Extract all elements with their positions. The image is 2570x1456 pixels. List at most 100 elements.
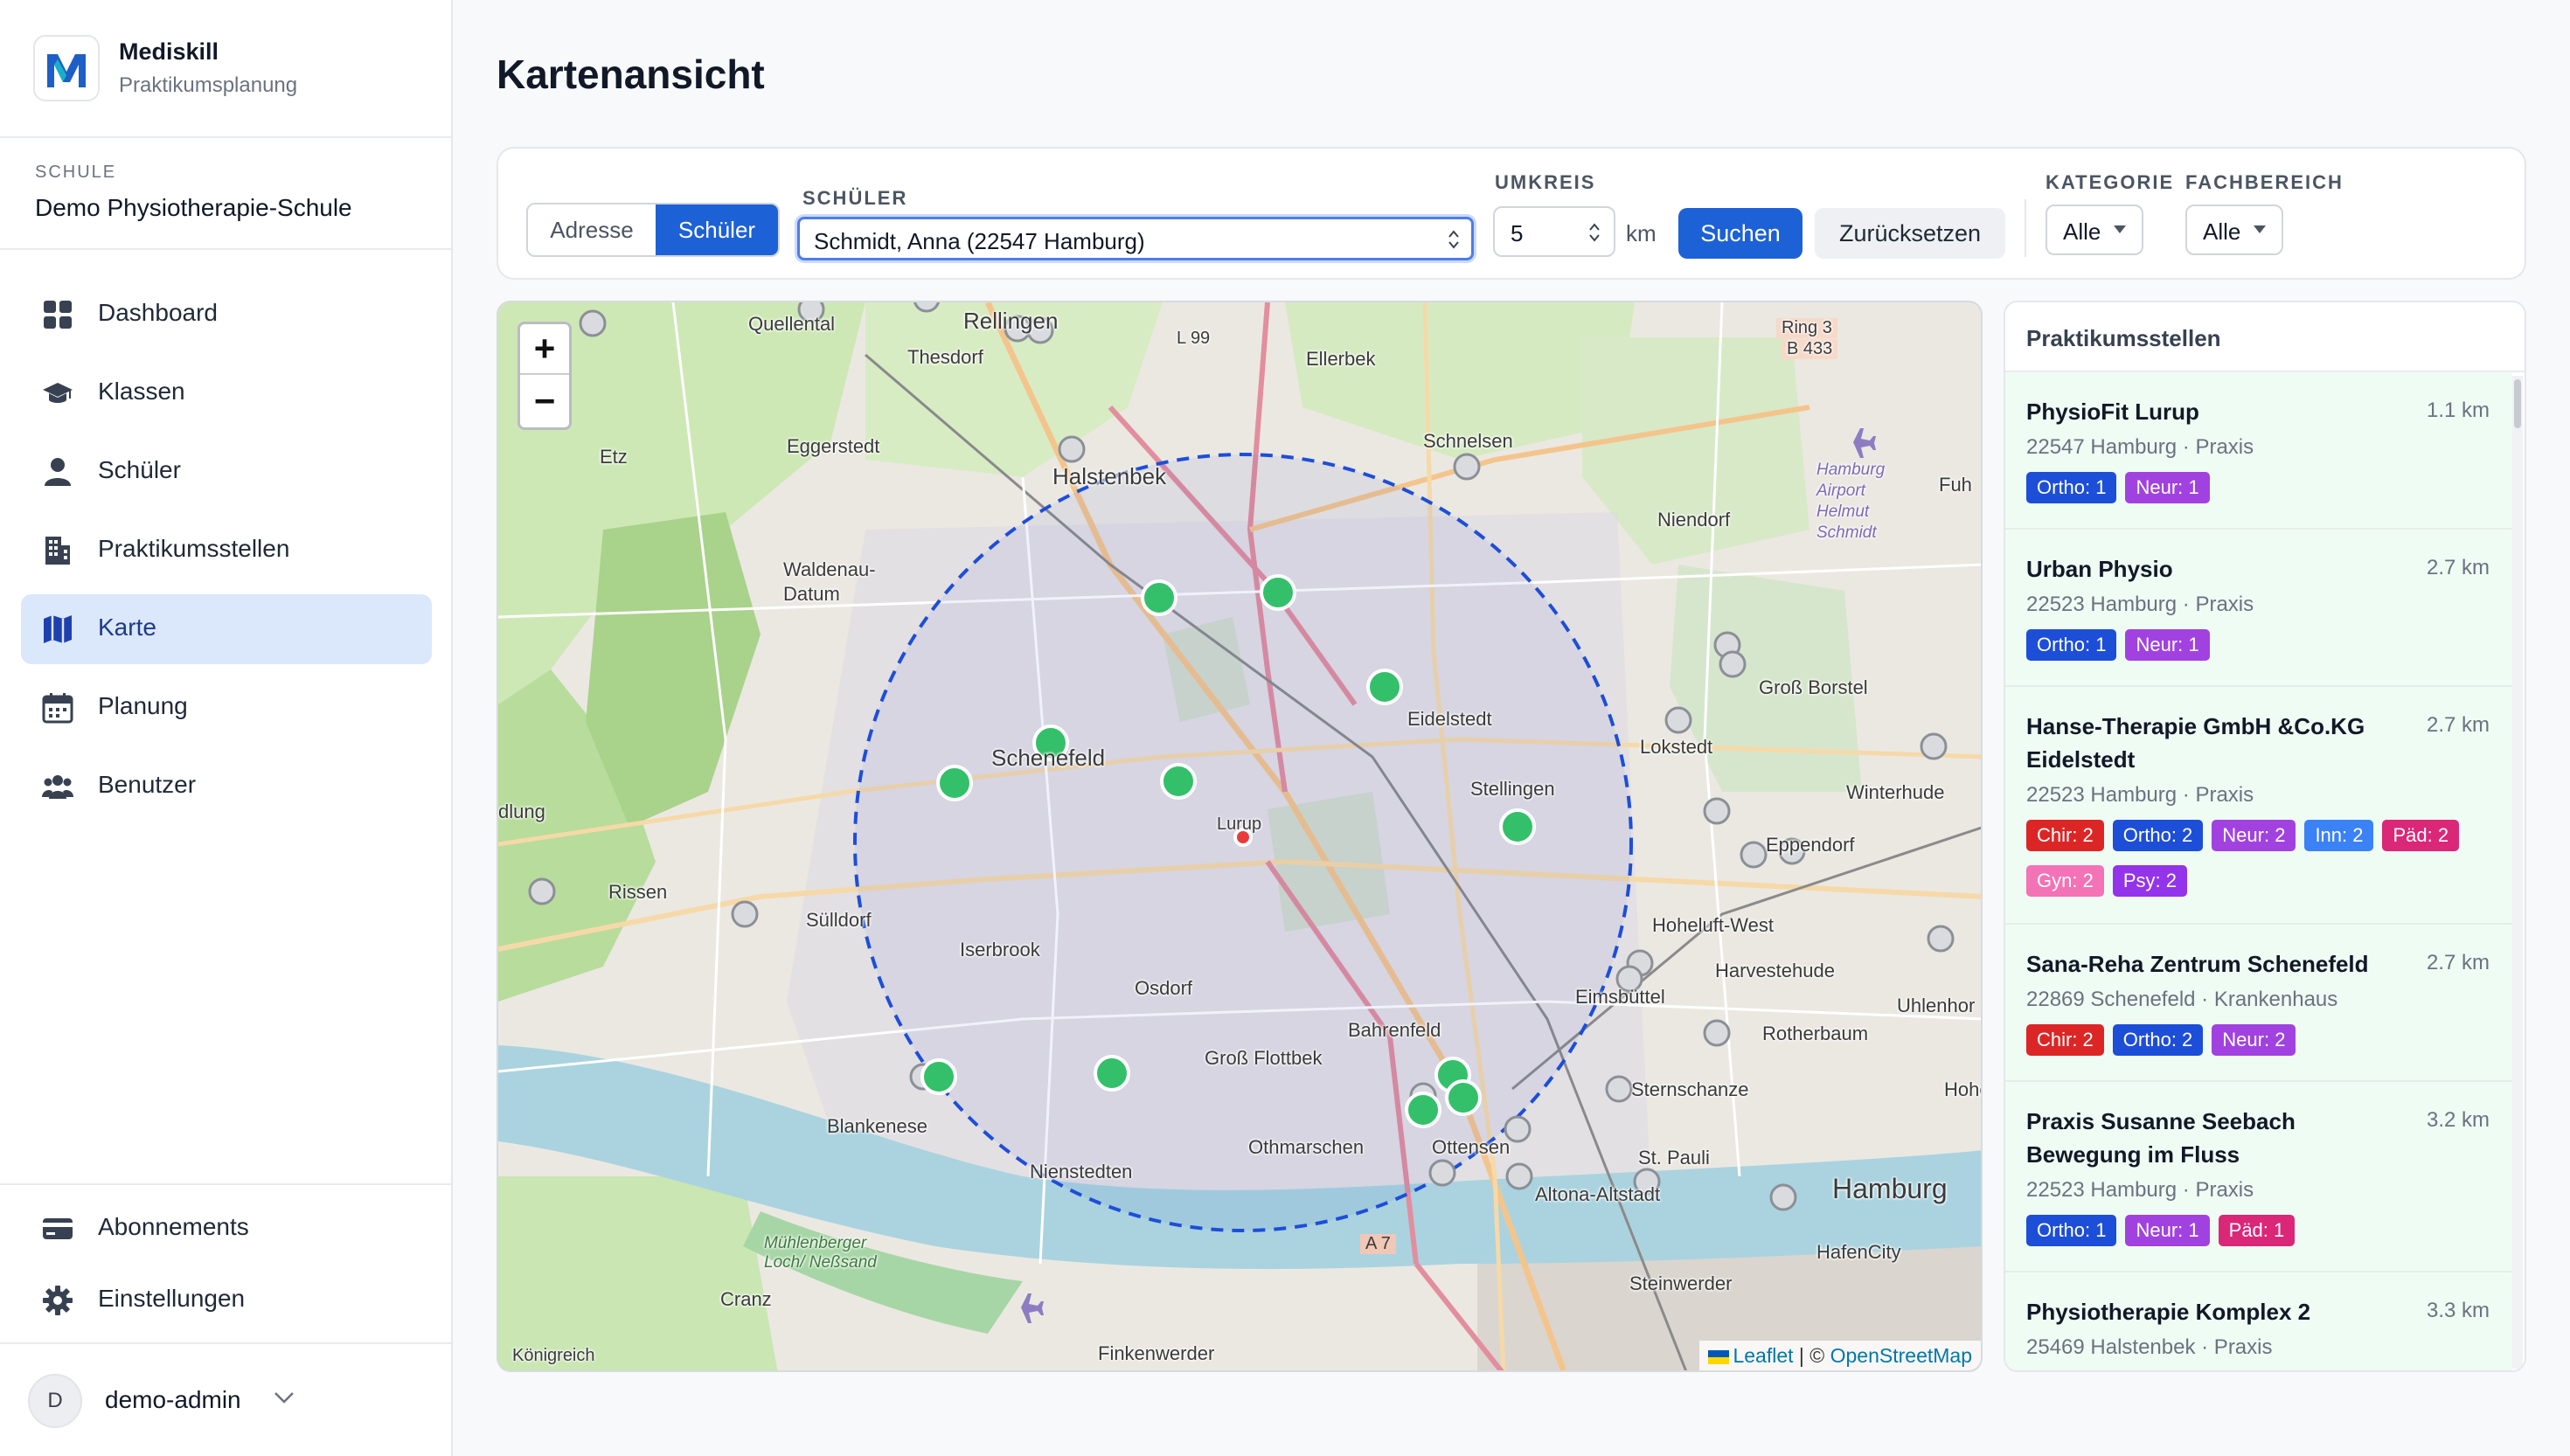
map-label: Hamburg Airport Helmut Schmidt <box>1816 461 1886 542</box>
nav-item-abonnements[interactable]: Abonnements <box>21 1194 432 1264</box>
result-distance: 2.7 km <box>2426 556 2490 579</box>
map-label: Fuh <box>1939 474 1972 496</box>
map-tiles[interactable] <box>498 302 1983 1372</box>
result-card[interactable]: Physiotherapie Komplex 2 3.3 km 25469 Ha… <box>2005 1272 2512 1370</box>
result-card[interactable]: Hanse-Therapie GmbH &Co.KG Eidelstedt 2.… <box>2005 687 2512 925</box>
map-label: Eimsbüttel <box>1575 986 1665 1008</box>
result-name: Sana-Reha Zentrum Schenefeld <box>2026 951 2369 977</box>
select-updown-icon <box>1448 230 1459 249</box>
category-badge: Neur: 1 <box>2125 1215 2210 1246</box>
result-name: Physiotherapie Komplex 2 <box>2026 1299 2311 1325</box>
result-address: 22869 Schenefeld · Krankenhaus <box>2026 988 2338 1011</box>
zoom-control: + − <box>517 322 572 430</box>
avatar[interactable]: D <box>28 1374 82 1428</box>
nav-item-dashboard[interactable]: Dashboard <box>21 280 432 350</box>
dashboard-icon <box>44 301 72 329</box>
map-label: Mühlenberger Loch/ Neßsand <box>764 1234 877 1272</box>
credit-card-icon <box>43 1218 73 1239</box>
nav-item-klassen[interactable]: Klassen <box>21 358 432 428</box>
radius-input[interactable]: 5 <box>1493 206 1615 257</box>
map-label: Finkenwerder <box>1098 1342 1215 1364</box>
caret-down-icon <box>2114 225 2126 233</box>
student-select[interactable]: Schmidt, Anna (22547 Hamburg) <box>797 217 1474 260</box>
nav-item-schueler[interactable]: Schüler <box>21 437 432 507</box>
badge-group: Ortho: 1 Neur: 1 <box>2026 472 2498 517</box>
map-label: Eppendorf <box>1766 834 1855 856</box>
map-label: HafenCity <box>1816 1241 1901 1263</box>
map-label: Cranz <box>720 1288 772 1310</box>
result-card[interactable]: Praxis Susanne Seebach Bewegung im Fluss… <box>2005 1082 2512 1272</box>
map-label: Harvestehude <box>1715 960 1835 981</box>
category-select[interactable]: Alle <box>2046 205 2143 255</box>
nav-item-praktikumsstellen[interactable]: Praktikumsstellen <box>21 516 432 586</box>
badge-group: Ortho: 1 Neur: 1 Päd: 1 <box>2026 1215 2498 1260</box>
result-card[interactable]: Sana-Reha Zentrum Schenefeld 2.7 km 2286… <box>2005 925 2512 1082</box>
map-label: dlung <box>498 801 545 822</box>
map-label: Uhlenhor <box>1897 995 1976 1016</box>
map-label: Lokstedt <box>1640 736 1713 758</box>
chevron-down-icon[interactable] <box>273 1390 295 1405</box>
map-label: Hohe <box>1944 1078 1981 1100</box>
map-attribution: Leaflet | © OpenStreetMap <box>1699 1341 1981 1370</box>
zoom-in-button[interactable]: + <box>520 324 569 375</box>
map-icon <box>44 615 72 643</box>
reset-button[interactable]: Zurücksetzen <box>1815 208 2005 259</box>
nav-item-planung[interactable]: Planung <box>21 673 432 743</box>
page-title: Kartenansicht <box>497 52 765 97</box>
result-name: Praxis Susanne Seebach Bewegung im Fluss <box>2026 1108 2296 1168</box>
radius-unit: km <box>1626 220 1657 246</box>
search-button[interactable]: Suchen <box>1678 208 1802 259</box>
nav-item-einstellungen[interactable]: Einstellungen <box>21 1265 432 1335</box>
result-distance: 3.3 km <box>2426 1299 2490 1322</box>
map[interactable]: Quellental Rellingen Thesdorf L 99 Eller… <box>497 301 1983 1372</box>
leaflet-link[interactable]: Leaflet <box>1733 1344 1793 1367</box>
nav-item-karte[interactable]: Karte <box>21 594 432 664</box>
graduation-cap-icon <box>43 383 73 403</box>
mode-schueler-button[interactable]: Schüler <box>656 205 778 255</box>
map-label: Lurup <box>1217 815 1262 834</box>
results-list[interactable]: PhysioFit Lurup 1.1 km 22547 Hamburg · P… <box>2005 372 2512 1370</box>
result-address: 22523 Hamburg · Praxis <box>2026 1178 2254 1202</box>
results-panel: Praktikumsstellen PhysioFit Lurup 1.1 km… <box>2004 301 2526 1372</box>
results-title: Praktikumsstellen <box>2026 325 2221 351</box>
calendar-icon <box>42 693 73 724</box>
school-info: SCHULE Demo Physiotherapie-Schule <box>0 138 451 250</box>
result-card[interactable]: Urban Physio 2.7 km 22523 Hamburg · Prax… <box>2005 530 2512 687</box>
results-header: Praktikumsstellen <box>2005 302 2525 372</box>
map-label: Groß Borstel <box>1759 676 1868 698</box>
map-label: Sülldorf <box>806 909 872 931</box>
map-label: Bahrenfeld <box>1348 1019 1441 1041</box>
result-card[interactable]: PhysioFit Lurup 1.1 km 22547 Hamburg · P… <box>2005 372 2512 530</box>
field-select[interactable]: Alle <box>2185 205 2283 255</box>
mode-toggle: Adresse Schüler <box>526 203 780 257</box>
nav-item-benutzer[interactable]: Benutzer <box>21 752 432 822</box>
map-label: Rissen <box>608 881 668 903</box>
map-label: Sternschanze <box>1631 1078 1749 1100</box>
zoom-out-button[interactable]: − <box>520 377 569 427</box>
osm-link[interactable]: OpenStreetMap <box>1830 1344 1972 1367</box>
category-badge: Neur: 1 <box>2125 629 2210 661</box>
results-scrollbar[interactable] <box>2512 376 2523 1369</box>
divider <box>0 1342 451 1344</box>
nav-label: Dashboard <box>98 299 218 326</box>
badge-group: Ortho: 1 Neur: 1 <box>2026 629 2498 675</box>
badge-group: Chir: 2 Ortho: 2 Neur: 2 Inn: 2 Päd: 2 Gyn: 2… <box>2026 820 2498 911</box>
gear-icon <box>43 1286 73 1315</box>
map-label: B 433 <box>1782 339 1838 359</box>
user-name[interactable]: demo-admin <box>105 1386 241 1414</box>
badge-group: Chir: 2 Ortho: 2 Neur: 2 <box>2026 1024 2498 1070</box>
user-icon <box>45 458 71 486</box>
school-name: Demo Physiotherapie-Schule <box>35 194 352 221</box>
mode-adresse-button[interactable]: Adresse <box>528 205 656 255</box>
category-badge: Gyn: 2 <box>2026 865 2104 897</box>
scrollbar-thumb[interactable] <box>2514 379 2521 428</box>
map-label: Rellingen <box>963 308 1059 334</box>
map-label: L 99 <box>1177 329 1211 348</box>
brand-name: Mediskill <box>119 38 219 65</box>
category-badge: Neur: 1 <box>2125 472 2210 503</box>
stepper-icon[interactable] <box>1587 220 1601 245</box>
map-label: Nienstedten <box>1030 1161 1133 1182</box>
nav-label: Karte <box>98 614 156 641</box>
map-label: Niendorf <box>1657 509 1731 530</box>
school-label: SCHULE <box>35 163 117 182</box>
